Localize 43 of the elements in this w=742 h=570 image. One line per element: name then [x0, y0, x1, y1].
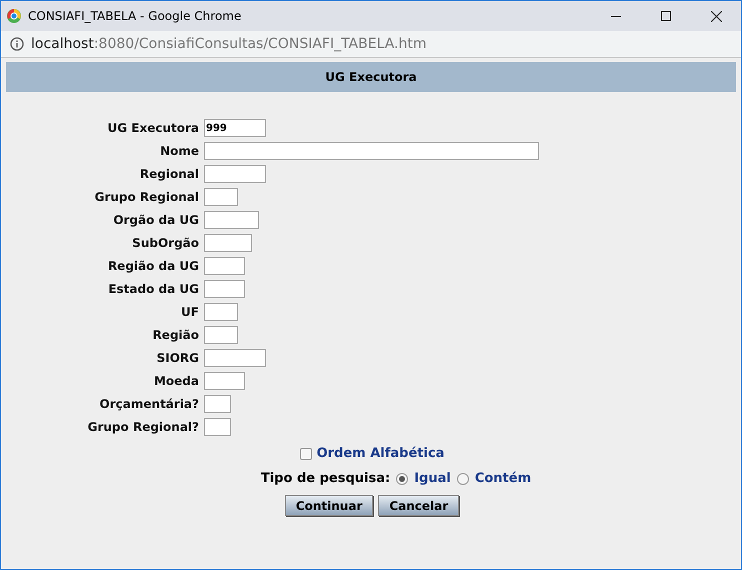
browser-logo-icon — [7, 9, 21, 23]
field-label: Orçamentária? — [98, 396, 199, 413]
field-label: UG Executora — [106, 120, 199, 137]
field-label: Regional — [138, 166, 199, 183]
maximize-icon — [661, 11, 671, 21]
search-type-label: Tipo de pesquisa: — [260, 470, 390, 488]
field-label: Estado da UG — [107, 281, 199, 298]
field-label: SIORG — [156, 350, 199, 367]
input-field[interactable] — [204, 165, 266, 183]
continue-button[interactable]: Continuar — [284, 495, 374, 516]
input-field[interactable] — [204, 142, 539, 160]
field-label: Orgão da UG — [112, 212, 199, 229]
field-label: Moeda — [152, 373, 199, 390]
input-field[interactable] — [204, 372, 245, 390]
input-field[interactable] — [204, 326, 238, 344]
close-icon — [710, 10, 722, 22]
input-field[interactable]: 999 — [204, 119, 266, 137]
input-field[interactable] — [204, 188, 238, 206]
input-field[interactable] — [204, 280, 245, 298]
radio-label: Igual — [414, 470, 451, 488]
info-icon[interactable] — [10, 37, 24, 51]
field-label: Nome — [159, 143, 199, 160]
checkbox[interactable] — [300, 448, 312, 460]
input-field[interactable] — [204, 234, 252, 252]
field-label: SubOrgão — [131, 235, 199, 252]
input-field[interactable] — [204, 418, 231, 436]
input-field[interactable] — [204, 395, 231, 413]
section-header: UG Executora — [6, 62, 736, 92]
field-label: Grupo Regional? — [86, 419, 199, 436]
field-label: Região — [152, 327, 199, 344]
field-label: Grupo Regional — [94, 189, 199, 206]
field-label: Região da UG — [106, 258, 199, 275]
radio-button[interactable] — [456, 473, 469, 485]
cancel-button[interactable]: Cancelar — [378, 495, 460, 516]
field-label: UF — [180, 304, 199, 321]
input-field[interactable] — [204, 349, 266, 367]
input-field[interactable] — [204, 211, 259, 229]
window-title: CONSIAFI_TABELA - Google Chrome — [28, 8, 242, 25]
input-field[interactable] — [204, 303, 238, 321]
checkbox-label: Ordem Alfabética — [316, 445, 444, 464]
input-field[interactable] — [204, 257, 245, 275]
radio-button[interactable] — [396, 473, 408, 485]
radio-label: Contém — [474, 470, 532, 488]
